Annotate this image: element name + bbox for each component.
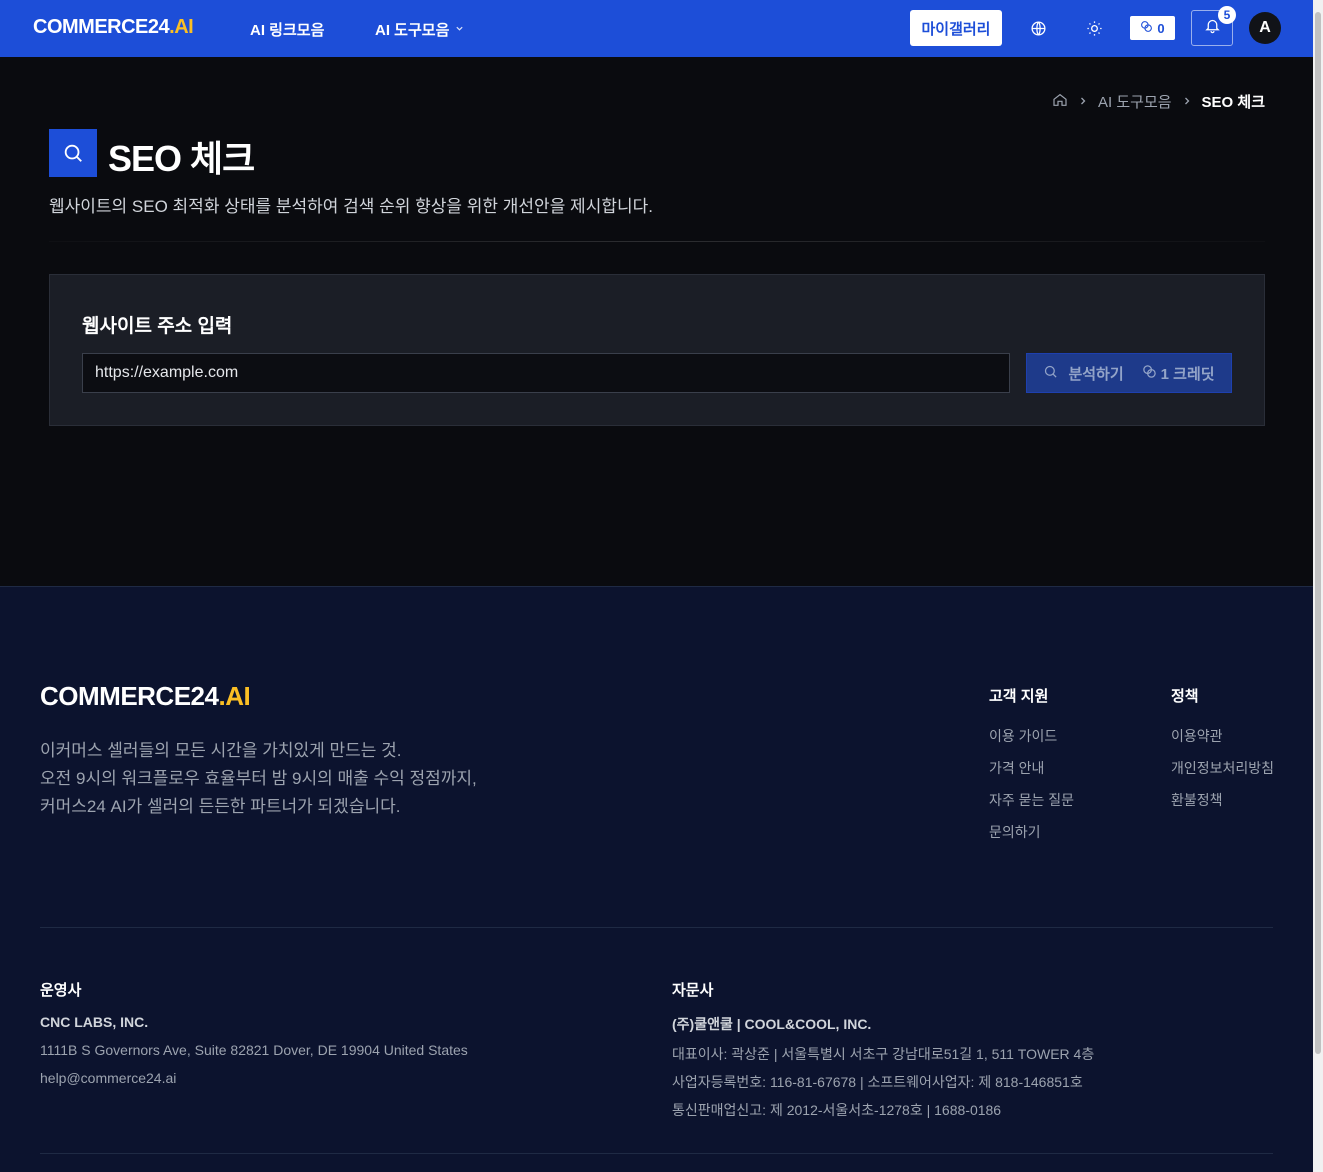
url-input-card: 웹사이트 주소 입력 분석하기 1 크레딧 xyxy=(49,274,1265,426)
footer-logo[interactable]: COMMERCE24.AI xyxy=(40,681,251,712)
footer-link-guide[interactable]: 이용 가이드 xyxy=(989,728,1074,745)
operator-address: 1111B S Governors Ave, Suite 82821 Dover… xyxy=(40,1042,468,1058)
credit-cost-label: 1 크레딧 xyxy=(1160,365,1215,383)
footer-policy-column: 정책 이용약관 개인정보처리방침 환불정책 xyxy=(1171,685,1274,824)
tagline-line: 오전 9시의 워크플로우 효율부터 밤 9시의 매출 수익 정점까지, xyxy=(40,769,477,788)
globe-icon[interactable] xyxy=(1027,17,1049,39)
footer-divider xyxy=(40,1153,1273,1154)
advisor-line: 사업자등록번호: 116-81-67678 | 소프트웨어사업자: 제 818-… xyxy=(672,1074,1083,1090)
footer-link-pricing[interactable]: 가격 안내 xyxy=(989,760,1074,777)
top-navbar: COMMERCE24.AI AI 링크모음 AI 도구모음 마이갤러리 0 5 … xyxy=(0,0,1313,57)
footer-link-contact[interactable]: 문의하기 xyxy=(989,824,1074,841)
url-input-label: 웹사이트 주소 입력 xyxy=(82,316,233,337)
scrollbar-thumb[interactable] xyxy=(1315,12,1321,1054)
logo[interactable]: COMMERCE24.AI xyxy=(33,16,194,39)
nav-ai-tools[interactable]: AI 도구모음 xyxy=(375,19,464,40)
sun-icon[interactable] xyxy=(1083,17,1105,39)
avatar[interactable]: A xyxy=(1249,12,1281,44)
coins-icon xyxy=(1142,364,1157,383)
breadcrumb-current: SEO 체크 xyxy=(1201,94,1265,111)
bell-icon xyxy=(1204,17,1221,39)
credits-button[interactable]: 0 xyxy=(1130,16,1175,40)
nav-ai-tools-label: AI 도구모음 xyxy=(375,22,450,39)
page-title: SEO 체크 xyxy=(108,138,255,179)
analyze-button[interactable]: 분석하기 1 크레딧 xyxy=(1026,353,1232,393)
logo-text: COMMERCE24 xyxy=(33,16,170,38)
tagline-line: 이커머스 셀러들의 모든 시간을 가치있게 만드는 것. xyxy=(40,741,402,760)
breadcrumb-parent[interactable]: AI 도구모음 xyxy=(1098,91,1172,112)
analyze-label: 분석하기 xyxy=(1068,365,1124,383)
operator-name: CNC LABS, INC. xyxy=(40,1014,149,1030)
advisor-heading: 자문사 xyxy=(672,982,714,999)
divider xyxy=(49,241,1265,242)
footer: COMMERCE24.AI 이커머스 셀러들의 모든 시간을 가치있게 만드는 … xyxy=(0,586,1313,1172)
footer-logo-text: COMMERCE24 xyxy=(40,681,219,711)
footer-link-privacy[interactable]: 개인정보처리방침 xyxy=(1171,760,1274,777)
tagline-line: 커머스24 AI가 셀러의 든든한 파트너가 되겠습니다. xyxy=(40,797,401,816)
home-icon[interactable] xyxy=(1052,92,1068,112)
nav-ai-links[interactable]: AI 링크모음 xyxy=(250,19,324,40)
footer-support-heading: 고객 지원 xyxy=(989,688,1049,705)
chevron-right-icon xyxy=(1078,95,1088,109)
footer-divider xyxy=(40,927,1273,928)
footer-link-terms[interactable]: 이용약관 xyxy=(1171,728,1274,745)
logo-ai-text: .AI xyxy=(169,16,194,38)
operator-heading: 운영사 xyxy=(40,982,82,999)
url-input[interactable] xyxy=(82,353,1010,393)
footer-support-column: 고객 지원 이용 가이드 가격 안내 자주 묻는 질문 문의하기 xyxy=(989,685,1074,856)
notification-badge: 5 xyxy=(1218,6,1236,24)
footer-link-faq[interactable]: 자주 묻는 질문 xyxy=(989,792,1074,809)
chevron-down-icon xyxy=(455,24,464,36)
breadcrumb: AI 도구모음 SEO 체크 xyxy=(1052,91,1265,112)
advisor-line: 대표이사: 곽상준 | 서울특별시 서초구 강남대로51길 1, 511 TOW… xyxy=(672,1046,1095,1062)
search-icon xyxy=(49,129,97,177)
chevron-right-icon xyxy=(1182,95,1192,109)
operator-email[interactable]: help@commerce24.ai xyxy=(40,1070,468,1086)
advisor-name: (주)쿨앤쿨 | COOL&COOL, INC. xyxy=(672,1016,872,1032)
footer-operator: 운영사 CNC LABS, INC. 1111B S Governors Ave… xyxy=(40,979,468,1098)
my-gallery-button[interactable]: 마이갤러리 xyxy=(910,10,1002,46)
advisor-line: 통신판매업신고: 제 2012-서울서초-1278호 | 1688-0186 xyxy=(672,1102,1002,1118)
page-description: 웹사이트의 SEO 최적화 상태를 분석하여 검색 순위 향상을 위한 개선안을… xyxy=(49,197,653,216)
footer-policy-heading: 정책 xyxy=(1171,688,1199,705)
footer-tagline: 이커머스 셀러들의 모든 시간을 가치있게 만드는 것. 오전 9시의 워크플로… xyxy=(40,737,477,821)
footer-logo-ai: .AI xyxy=(218,681,251,711)
credits-count: 0 xyxy=(1157,20,1165,36)
footer-link-refund[interactable]: 환불정책 xyxy=(1171,792,1274,809)
coins-icon xyxy=(1140,20,1153,36)
footer-advisor: 자문사 (주)쿨앤쿨 | COOL&COOL, INC. 대표이사: 곽상준 |… xyxy=(672,979,1094,1130)
search-icon xyxy=(1043,364,1058,383)
credit-cost: 1 크레딧 xyxy=(1142,363,1215,384)
